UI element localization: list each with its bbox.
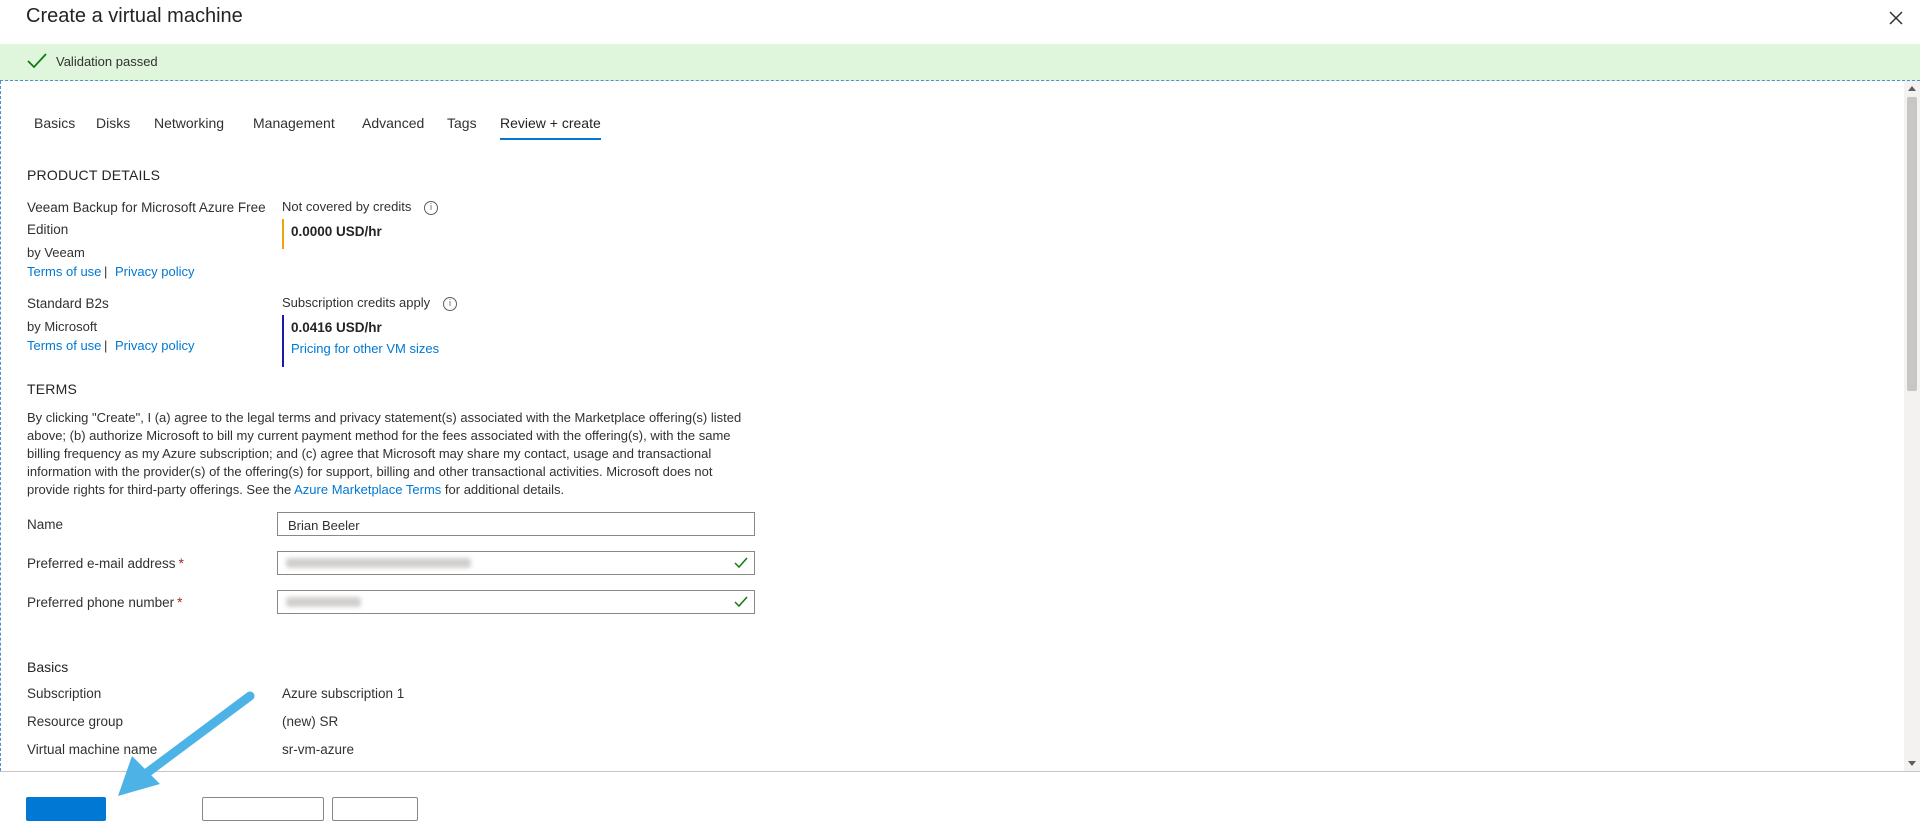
page-title: Create a virtual machine	[26, 5, 243, 27]
summary-key: Subscription	[27, 686, 102, 701]
annotation-arrow-icon	[110, 688, 260, 804]
blade-footer	[0, 771, 1920, 821]
valid-check-icon	[734, 556, 748, 573]
name-field[interactable]	[277, 512, 755, 536]
product-name: Veeam Backup for Microsoft Azure Free	[27, 200, 266, 215]
tab-management[interactable]: Management	[253, 115, 335, 131]
product-details-heading: PRODUCT DETAILS	[27, 167, 161, 183]
credit-note: Subscription credits apply	[282, 295, 431, 310]
validation-message: Validation passed	[56, 54, 158, 69]
price-value: 0.0416 USD/hr	[291, 320, 382, 335]
blade-header: Create a virtual machine	[0, 0, 1920, 45]
required-asterisk: *	[177, 595, 183, 610]
product-vendor: by Veeam	[27, 245, 85, 260]
name-input[interactable]	[286, 514, 730, 536]
info-icon[interactable]: i	[443, 297, 457, 311]
summary-value: (new) SR	[282, 714, 339, 729]
redacted-value	[286, 558, 471, 568]
privacy-policy-link[interactable]: Privacy policy	[115, 338, 194, 353]
tab-advanced[interactable]: Advanced	[362, 115, 424, 131]
tab-review-create[interactable]: Review + create	[500, 115, 601, 140]
product-name: Standard B2s	[27, 296, 109, 311]
summary-value: sr-vm-azure	[282, 742, 355, 757]
price-indicator-bar	[282, 219, 284, 249]
marketplace-terms-link[interactable]: Azure Marketplace Terms	[294, 482, 441, 497]
main-content: Basics Disks Networking Management Advan…	[0, 81, 1905, 771]
phone-label-text: Preferred phone number	[27, 595, 175, 610]
terms-of-use-link[interactable]: Terms of use	[27, 264, 101, 279]
redacted-value	[286, 597, 361, 607]
scroll-down-icon[interactable]	[1908, 761, 1916, 766]
tab-basics[interactable]: Basics	[34, 115, 75, 131]
name-label: Name	[27, 517, 64, 532]
required-asterisk: *	[178, 556, 184, 571]
checkmark-icon	[26, 52, 48, 74]
pricing-other-sizes-link[interactable]: Pricing for other VM sizes	[291, 341, 439, 356]
tab-disks[interactable]: Disks	[96, 115, 130, 131]
scrollbar-thumb[interactable]	[1907, 97, 1917, 391]
close-icon[interactable]	[1882, 4, 1910, 32]
terms-heading: TERMS	[27, 381, 77, 397]
product-vendor: by Microsoft	[27, 319, 98, 334]
terms-of-use-link[interactable]: Terms of use	[27, 338, 101, 353]
next-button[interactable]	[332, 797, 418, 821]
create-button[interactable]	[26, 797, 106, 821]
terms-tail: for additional details.	[441, 482, 565, 497]
info-icon[interactable]: i	[424, 201, 438, 215]
email-label-text: Preferred e-mail address	[27, 556, 176, 571]
credit-note: Not covered by credits	[282, 199, 412, 214]
summary-key: Resource group	[27, 714, 124, 729]
summary-value: Azure subscription 1	[282, 686, 405, 701]
link-separator: |	[104, 338, 108, 353]
tab-networking[interactable]: Networking	[154, 115, 224, 131]
basics-heading: Basics	[27, 659, 69, 675]
price-indicator-bar	[282, 315, 284, 367]
vertical-scrollbar[interactable]	[1904, 81, 1920, 771]
link-separator: |	[104, 264, 108, 279]
terms-text: By clicking "Create", I (a) agree to the…	[27, 409, 747, 499]
valid-check-icon	[734, 595, 748, 612]
scroll-up-icon[interactable]	[1908, 86, 1916, 91]
phone-label: Preferred phone number *	[27, 595, 182, 610]
price-value: 0.0000 USD/hr	[291, 224, 382, 239]
email-field[interactable]	[277, 551, 755, 575]
product-name-cont: Edition	[27, 222, 69, 237]
email-label: Preferred e-mail address *	[27, 556, 184, 571]
privacy-policy-link[interactable]: Privacy policy	[115, 264, 194, 279]
validation-banner: Validation passed	[0, 44, 1920, 81]
phone-field[interactable]	[277, 590, 755, 614]
tab-tags[interactable]: Tags	[447, 115, 477, 131]
